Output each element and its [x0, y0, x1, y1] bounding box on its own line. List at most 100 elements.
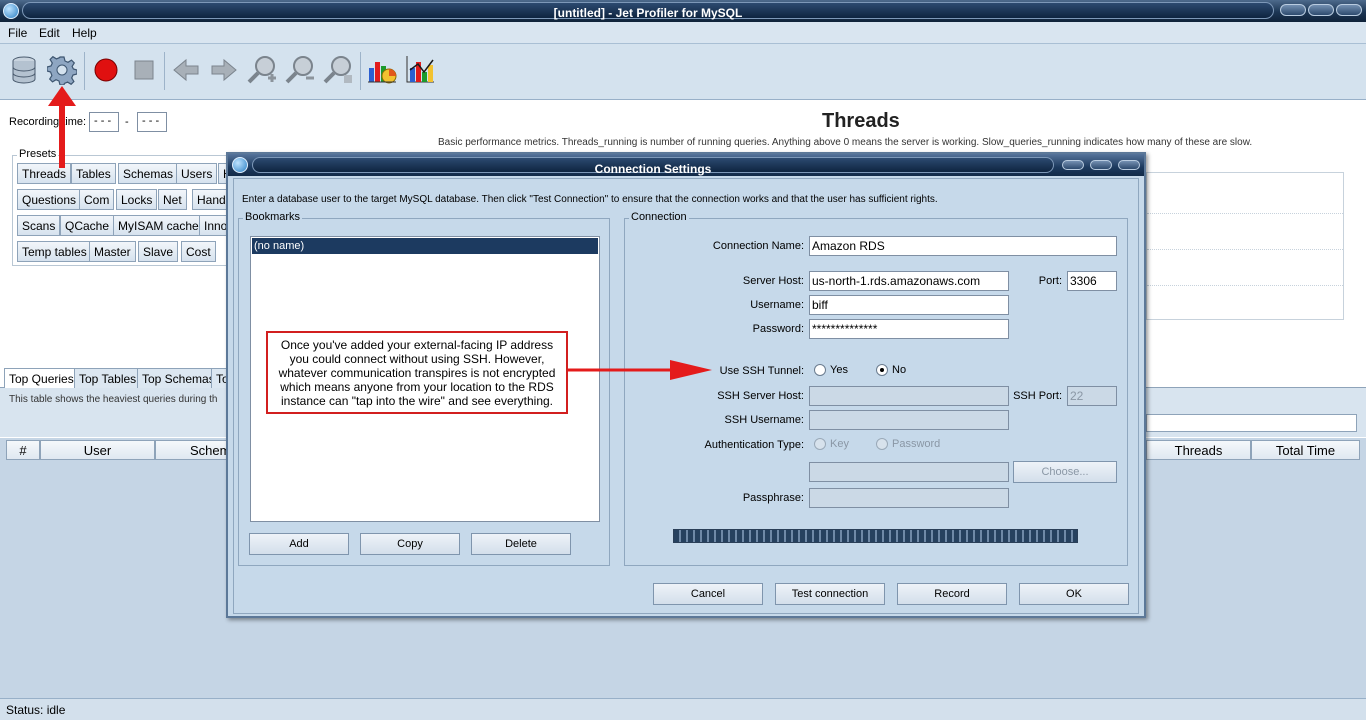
ssh-host-input[interactable] — [809, 386, 1009, 406]
ssh-no-radio[interactable] — [876, 364, 888, 376]
preset-users[interactable]: Users — [176, 163, 218, 184]
ssh-port-input[interactable]: 22 — [1067, 386, 1117, 406]
auth-password-radio[interactable] — [876, 438, 888, 450]
dialog-intro: Enter a database user to the target MySQ… — [242, 194, 938, 205]
column-user[interactable]: User — [40, 440, 155, 460]
dialog-close-button[interactable] — [1118, 160, 1140, 170]
preset-master[interactable]: Master — [89, 241, 136, 262]
test-connection-button[interactable]: Test connection — [775, 583, 885, 605]
back-arrow-icon[interactable] — [168, 52, 204, 88]
preset-com[interactable]: Com — [79, 189, 115, 210]
menu-edit[interactable]: Edit — [39, 26, 60, 40]
window-title: [untitled] - Jet Profiler for MySQL — [553, 6, 743, 20]
database-icon[interactable] — [6, 52, 42, 88]
connection-label: Connection — [629, 211, 689, 223]
preset-qcache[interactable]: QCache — [60, 215, 115, 236]
column-schema[interactable]: Schem — [155, 440, 227, 460]
record-icon[interactable] — [88, 52, 124, 88]
ssh-host-label: SSH Server Host: — [717, 390, 804, 402]
preset-net[interactable]: Net — [158, 189, 187, 210]
chart-area — [1146, 172, 1344, 320]
ssh-yes-label: Yes — [830, 364, 848, 376]
menu-help[interactable]: Help — [72, 26, 97, 40]
bar-chart-icon[interactable] — [402, 52, 438, 88]
minimize-button[interactable] — [1280, 4, 1306, 16]
column-threads[interactable]: Threads — [1146, 440, 1251, 460]
delete-bookmark-button[interactable]: Delete — [471, 533, 571, 555]
preset-questions[interactable]: Questions — [17, 189, 82, 210]
copy-bookmark-button[interactable]: Copy — [360, 533, 460, 555]
forward-arrow-icon[interactable] — [206, 52, 242, 88]
window-titlebar: [untitled] - Jet Profiler for MySQL — [0, 0, 1366, 22]
preset-myisam-cache[interactable]: MyISAM cache — [113, 215, 204, 236]
port-label: Port: — [1038, 275, 1062, 287]
annotation-arrow-gear — [48, 86, 76, 168]
status-bar: Status: idle — [0, 698, 1366, 720]
tab-top-tables[interactable]: Top Tables — [74, 368, 142, 388]
preset-slave[interactable]: Slave — [138, 241, 179, 262]
chart-title: Threads — [822, 110, 900, 132]
preset-locks[interactable]: Locks — [116, 189, 158, 210]
column-total-time[interactable]: Total Time — [1251, 440, 1360, 460]
passphrase-input[interactable] — [809, 488, 1009, 508]
chart-description: Basic performance metrics. Threads_runni… — [438, 137, 1253, 148]
port-input[interactable]: 3306 — [1067, 271, 1117, 291]
gear-icon[interactable] — [44, 52, 80, 88]
connection-name-label: Connection Name: — [712, 240, 804, 252]
recording-separator: - — [125, 116, 129, 128]
tab-top-queries[interactable]: Top Queries — [4, 368, 79, 388]
bookmark-item[interactable]: (no name) — [252, 238, 598, 254]
title-pill: [untitled] - Jet Profiler for MySQL — [22, 2, 1274, 20]
auth-key-radio[interactable] — [814, 438, 826, 450]
app-icon[interactable] — [3, 3, 19, 19]
auth-type-label: Authentication Type: — [704, 439, 804, 451]
menu-file[interactable]: File — [8, 26, 27, 40]
cancel-button[interactable]: Cancel — [653, 583, 763, 605]
auth-key-label: Key — [830, 438, 849, 450]
tab-top-schemas[interactable]: Top Schemas — [137, 368, 220, 388]
preset-temp-tables[interactable]: Temp tables — [17, 241, 92, 262]
ssh-port-label: SSH Port: — [1013, 390, 1062, 402]
column-number[interactable]: # — [6, 440, 40, 460]
password-input[interactable]: ************** — [809, 319, 1009, 339]
password-label: Password: — [752, 323, 804, 335]
bar-pie-chart-icon[interactable] — [364, 52, 400, 88]
connection-name-input[interactable]: Amazon RDS — [809, 236, 1117, 256]
dialog-maximize-button[interactable] — [1090, 160, 1112, 170]
annotation-callout: Once you've added your external-facing I… — [266, 331, 568, 414]
close-button[interactable] — [1336, 4, 1362, 16]
key-file-input[interactable] — [809, 462, 1009, 482]
zoom-out-icon[interactable] — [282, 52, 318, 88]
preset-inno[interactable]: Inno — [199, 215, 228, 236]
dialog-title: Connection Settings — [594, 162, 712, 176]
toolbar-separator — [164, 52, 165, 90]
ok-button[interactable]: OK — [1019, 583, 1129, 605]
recording-end-field: - - - — [137, 112, 167, 132]
menubar: File Edit Help — [0, 22, 1366, 44]
ssh-yes-radio[interactable] — [814, 364, 826, 376]
toolbar-separator — [360, 52, 361, 90]
progress-bar — [673, 529, 1078, 543]
choose-key-button[interactable]: Choose... — [1013, 461, 1117, 483]
add-bookmark-button[interactable]: Add — [249, 533, 349, 555]
filter-input[interactable] — [1146, 414, 1357, 432]
preset-scans[interactable]: Scans — [17, 215, 61, 236]
server-host-input[interactable]: us-north-1.rds.amazonaws.com — [809, 271, 1009, 291]
maximize-button[interactable] — [1308, 4, 1334, 16]
status-text: Status: idle — [6, 703, 66, 717]
recording-start-field: - - - — [89, 112, 119, 132]
stop-icon[interactable] — [126, 52, 162, 88]
ssh-username-input[interactable] — [809, 410, 1009, 430]
record-button[interactable]: Record — [897, 583, 1007, 605]
zoom-in-icon[interactable] — [244, 52, 280, 88]
dialog-title-pill: Connection Settings — [252, 157, 1054, 176]
preset-handl-2[interactable]: Handl — [192, 189, 228, 210]
server-host-label: Server Host: — [742, 275, 804, 287]
username-input[interactable]: biff — [809, 295, 1009, 315]
preset-schemas[interactable]: Schemas — [118, 163, 179, 184]
tab-more[interactable]: To — [211, 368, 227, 388]
dialog-minimize-button[interactable] — [1062, 160, 1084, 170]
zoom-reset-icon[interactable] — [320, 52, 356, 88]
toolbar — [0, 44, 1366, 100]
preset-cost[interactable]: Cost — [181, 241, 216, 262]
